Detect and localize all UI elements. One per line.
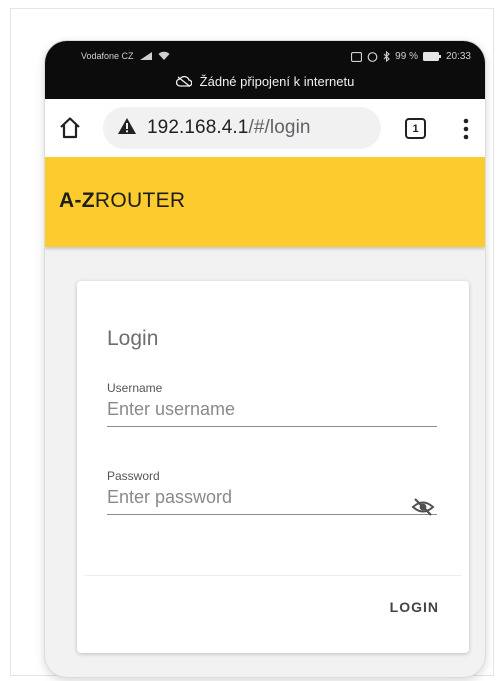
nfc-icon — [351, 51, 363, 62]
clock: 20:33 — [445, 51, 471, 62]
login-button[interactable]: LOGIN — [390, 599, 439, 615]
bluetooth-icon — [383, 51, 390, 62]
phone-screen: Vodafone CZ 99 % 20:33 Žádné připojení k… — [45, 41, 485, 677]
brand-bold: A-Z — [59, 189, 95, 212]
username-field: Username — [107, 381, 437, 427]
password-label: Password — [107, 469, 160, 483]
password-input[interactable] — [107, 483, 437, 515]
tab-switcher-button[interactable]: 1 — [405, 118, 426, 139]
url-path: /#/login — [248, 117, 311, 138]
warning-icon[interactable] — [117, 117, 137, 140]
signal-icon — [139, 51, 153, 61]
login-card: Login Username Password LOGIN — [77, 281, 469, 653]
url-text[interactable]: 192.168.4.1/#/login — [147, 117, 311, 139]
offline-message: Žádné připojení k internetu — [199, 74, 355, 89]
wifi-icon — [158, 51, 170, 61]
url-host: 192.168.4.1 — [147, 117, 249, 138]
tab-count: 1 — [412, 122, 419, 135]
status-right: 99 % 20:33 — [351, 51, 471, 62]
battery-percent: 99 % — [395, 51, 418, 62]
alarm-icon — [367, 51, 378, 62]
screenshot-frame: Vodafone CZ 99 % 20:33 Žádné připojení k… — [10, 8, 494, 677]
status-bar: Vodafone CZ 99 % 20:33 Žádné připojení k… — [45, 41, 485, 99]
password-field: Password — [107, 469, 437, 517]
carrier-name: Vodafone CZ — [81, 51, 134, 61]
brand-rest: ROUTER — [94, 189, 186, 212]
status-left: Vodafone CZ — [81, 51, 170, 61]
address-bar[interactable]: 192.168.4.1/#/login — [103, 107, 381, 149]
app-header: A-ZROUTER — [45, 157, 485, 247]
username-input[interactable] — [107, 395, 437, 427]
home-icon[interactable] — [57, 115, 83, 141]
cloud-off-icon — [175, 76, 192, 87]
visibility-off-icon[interactable] — [411, 497, 435, 517]
battery-icon — [422, 52, 441, 61]
username-label: Username — [107, 381, 163, 395]
login-title: Login — [107, 327, 159, 350]
browser-toolbar: 192.168.4.1/#/login 1 — [45, 99, 485, 157]
status-row: Vodafone CZ 99 % 20:33 — [45, 47, 485, 67]
card-divider — [85, 575, 461, 576]
overflow-menu-icon[interactable] — [461, 115, 471, 143]
offline-banner: Žádné připojení k internetu — [45, 74, 485, 89]
brand-logo[interactable]: A-ZROUTER — [59, 189, 185, 213]
